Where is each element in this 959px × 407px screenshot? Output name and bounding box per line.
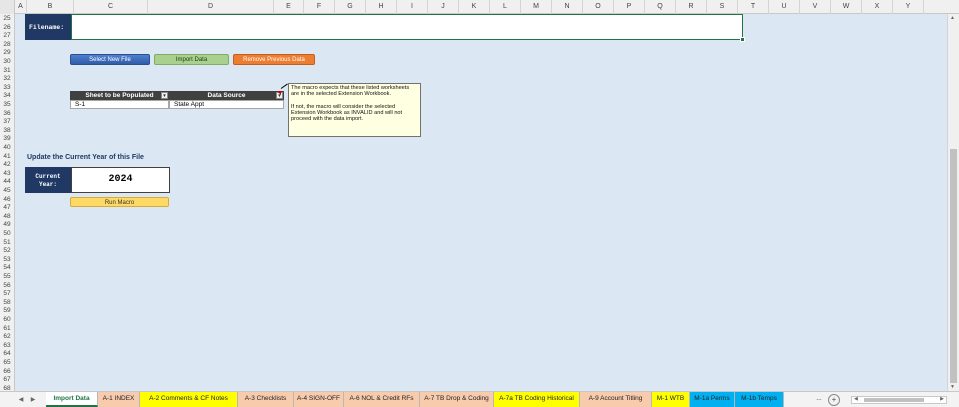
vertical-scroll-thumb[interactable] (950, 149, 957, 383)
column-header-h[interactable]: H (366, 0, 397, 14)
table-header-label: Data Source (207, 92, 246, 99)
column-header-g[interactable]: G (335, 0, 366, 14)
tab-a-2-comments-cf-notes[interactable]: A-2 Comments & CF Notes (140, 392, 238, 407)
table-header-label: Sheet to be Populated (85, 92, 154, 99)
tab-m-1-wtb[interactable]: M-1 WTB (652, 392, 690, 407)
column-header-b[interactable]: B (27, 0, 74, 14)
column-header-m[interactable]: M (521, 0, 552, 14)
select-all-corner[interactable] (0, 0, 15, 14)
column-header-f[interactable]: F (304, 0, 335, 14)
column-header-v[interactable]: V (800, 0, 831, 14)
tab-a-9-account-titling[interactable]: A-9 Account Titling (580, 392, 652, 407)
tab-a-7-tb-drop-coding[interactable]: A-7 TB Drop & Coding (420, 392, 494, 407)
import-data-button[interactable]: Import Data (154, 54, 229, 65)
column-header-q[interactable]: Q (645, 0, 676, 14)
column-header-o[interactable]: O (583, 0, 614, 14)
tab-a-6-nol-credit-rfs[interactable]: A-6 NOL & Credit RFs (344, 392, 420, 407)
scroll-left-icon[interactable]: ◀ (854, 396, 858, 402)
tab-a-1-index[interactable]: A-1 INDEX (98, 392, 140, 407)
current-year-field[interactable]: 2024 (71, 167, 170, 193)
tab-a-4-sign-off[interactable]: A-4 SIGN-OFF (294, 392, 344, 407)
column-header-bar: ABCDEFGHIJKLMNOPQRSTUVWXY (0, 0, 959, 14)
column-header-c[interactable]: C (74, 0, 148, 14)
horizontal-scroll-thumb[interactable] (864, 398, 924, 402)
tab-m-1b-temps[interactable]: M-1b Temps (735, 392, 784, 407)
tab-a-7a-tb-coding-historical[interactable]: A-7a TB Coding Historical (494, 392, 580, 407)
table-header-sheet: Sheet to be Populated ▼ (70, 91, 169, 100)
column-header-a[interactable]: A (15, 0, 27, 14)
current-year-label: Current Year: (25, 167, 71, 193)
comment-indicator-icon (277, 91, 281, 95)
column-header-j[interactable]: J (428, 0, 459, 14)
row-header-bar: 25 26 27 28 29 30 31 32 33 34 35 36 37 38 39 40 41 42 43 44… (0, 14, 15, 392)
worksheet-grid[interactable]: Filename: Select New File Import Data Re… (15, 14, 947, 391)
column-header-t[interactable]: T (738, 0, 769, 14)
fill-handle[interactable] (740, 37, 745, 42)
tab-prev-icon[interactable]: ◀ (15, 394, 27, 406)
column-header-s[interactable]: S (707, 0, 738, 14)
comment-note: The macro expects that these listed work… (288, 83, 421, 137)
tab-a-3-checklists[interactable]: A-3 Checklists (238, 392, 294, 407)
table-header-source: Data Source ▼ (169, 91, 284, 100)
horizontal-scrollbar[interactable]: ◀ ▶ (851, 396, 947, 404)
column-header-y[interactable]: Y (893, 0, 924, 14)
tab-import-data[interactable]: Import Data (46, 392, 98, 407)
tab-m-1a-perms[interactable]: M-1a Perms (690, 392, 735, 407)
add-sheet-icon[interactable]: + (828, 394, 840, 406)
column-header-n[interactable]: N (552, 0, 583, 14)
scroll-up-icon[interactable]: ▲ (950, 15, 955, 21)
select-new-file-button[interactable]: Select New File (70, 54, 150, 65)
column-header-p[interactable]: P (614, 0, 645, 14)
scroll-down-icon[interactable]: ▼ (950, 384, 955, 390)
current-year-heading: Update the Current Year of this File (27, 154, 144, 161)
column-header-d[interactable]: D (148, 0, 274, 14)
column-header-w[interactable]: W (831, 0, 862, 14)
sheet-tab-bar: ◀ ▶ Import Data A-1 INDEX A-2 Comments & C… (0, 391, 959, 407)
run-macro-button[interactable]: Run Macro (70, 197, 169, 207)
table-cell[interactable]: S-1 (70, 100, 169, 109)
table-cell[interactable]: State Appt (169, 100, 284, 109)
column-header-u[interactable]: U (769, 0, 800, 14)
comment-text: The macro expects that these listed work… (291, 85, 410, 98)
column-header-x[interactable]: X (862, 0, 893, 14)
scroll-right-icon[interactable]: ▶ (940, 396, 944, 402)
column-header-r[interactable]: R (676, 0, 707, 14)
column-header-l[interactable]: L (490, 0, 521, 14)
filter-dropdown-icon[interactable]: ▼ (161, 92, 168, 99)
comment-pointer (280, 83, 288, 89)
tab-next-icon[interactable]: ▶ (27, 394, 39, 406)
column-header-k[interactable]: K (459, 0, 490, 14)
column-header-i[interactable]: I (397, 0, 428, 14)
remove-previous-data-button[interactable]: Remove Previous Data (233, 54, 315, 65)
comment-text: If not, the macro will consider the sele… (291, 103, 403, 123)
filename-label: Filename: (25, 14, 71, 40)
column-header-e[interactable]: E (274, 0, 304, 14)
tab-overflow[interactable]: ... (812, 392, 826, 407)
filename-field[interactable] (71, 14, 743, 40)
vertical-scrollbar[interactable]: ▲ ▼ (947, 14, 959, 391)
